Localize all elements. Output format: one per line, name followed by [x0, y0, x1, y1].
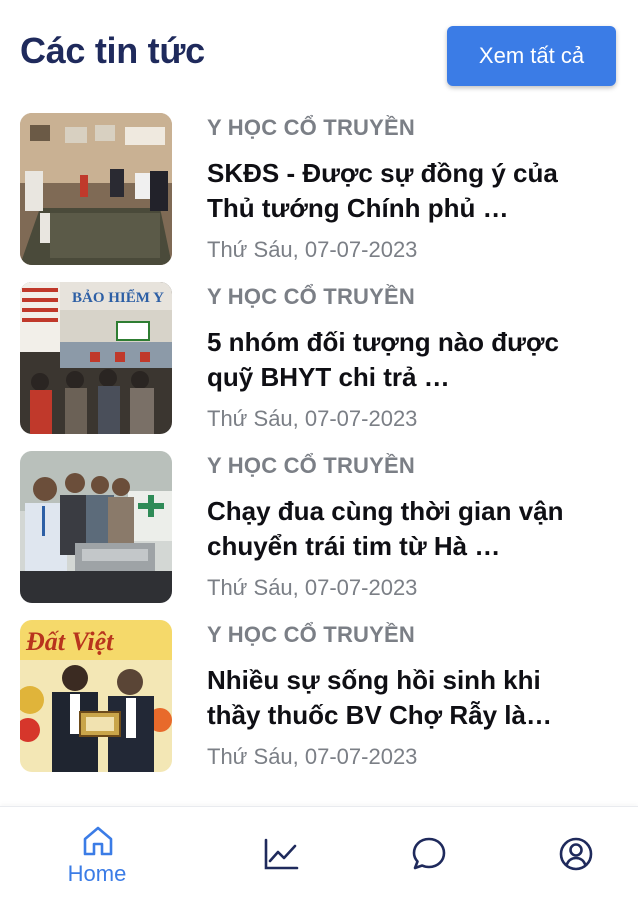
home-icon: [83, 826, 113, 856]
nav-stats[interactable]: [246, 807, 316, 897]
nav-home[interactable]: Home: [52, 807, 142, 897]
news-category: Y HỌC CỔ TRUYỀN: [207, 622, 415, 647]
nav-home-label: Home: [67, 861, 127, 886]
news-date: Thứ Sáu, 07-07-2023: [207, 406, 418, 431]
see-all-button[interactable]: Xem tất cả: [447, 26, 616, 86]
news-category: Y HỌC CỔ TRUYỀN: [207, 453, 415, 478]
news-category: Y HỌC CỔ TRUYỀN: [207, 284, 415, 309]
nav-profile[interactable]: [541, 807, 611, 897]
news-headline[interactable]: Nhiều sự sống hồi sinh khi thầy thuốc BV…: [207, 663, 567, 733]
profile-icon: [559, 837, 593, 871]
chart-icon: [264, 838, 299, 870]
news-date: Thứ Sáu, 07-07-2023: [207, 237, 418, 262]
people-with-cooler-photo[interactable]: [20, 451, 172, 603]
page-title: Các tin tức: [20, 30, 205, 71]
news-category: Y HỌC CỔ TRUYỀN: [207, 115, 415, 140]
chat-icon: [412, 837, 446, 870]
news-headline[interactable]: SKĐS - Được sự đồng ý của Thủ tướng Chín…: [207, 156, 567, 226]
ceremony-banner-text: Đất Việt: [25, 627, 114, 656]
news-headline[interactable]: Chạy đua cùng thời gian vận chuyển trái …: [207, 494, 567, 564]
news-item[interactable]: Y HỌC CỔ TRUYỀN SKĐS - Được sự đồng ý củ…: [0, 113, 638, 266]
news-header: Các tin tức Xem tất cả: [0, 0, 638, 104]
award-ceremony-photo[interactable]: Đất Việt: [20, 620, 172, 772]
news-item[interactable]: BẢO HIỂM Y Y HỌC CỔ TRUYỀN 5 nhóm đối tư…: [0, 282, 638, 435]
insurance-counter-photo[interactable]: BẢO HIỂM Y: [20, 282, 172, 434]
bottom-navigation: Home: [0, 806, 638, 897]
insurance-sign-text: BẢO HIỂM Y: [72, 288, 164, 306]
news-date: Thứ Sáu, 07-07-2023: [207, 744, 418, 769]
news-item[interactable]: Y HỌC CỔ TRUYỀN Chạy đua cùng thời gian …: [0, 451, 638, 604]
news-headline[interactable]: 5 nhóm đối tượng nào được quỹ BHYT chi t…: [207, 325, 567, 395]
meeting-room-photo[interactable]: [20, 113, 172, 265]
nav-messages[interactable]: [394, 807, 464, 897]
news-item[interactable]: Đất Việt Y HỌC CỔ TRUYỀN Nhiều sự sống h…: [0, 620, 638, 773]
news-date: Thứ Sáu, 07-07-2023: [207, 575, 418, 600]
